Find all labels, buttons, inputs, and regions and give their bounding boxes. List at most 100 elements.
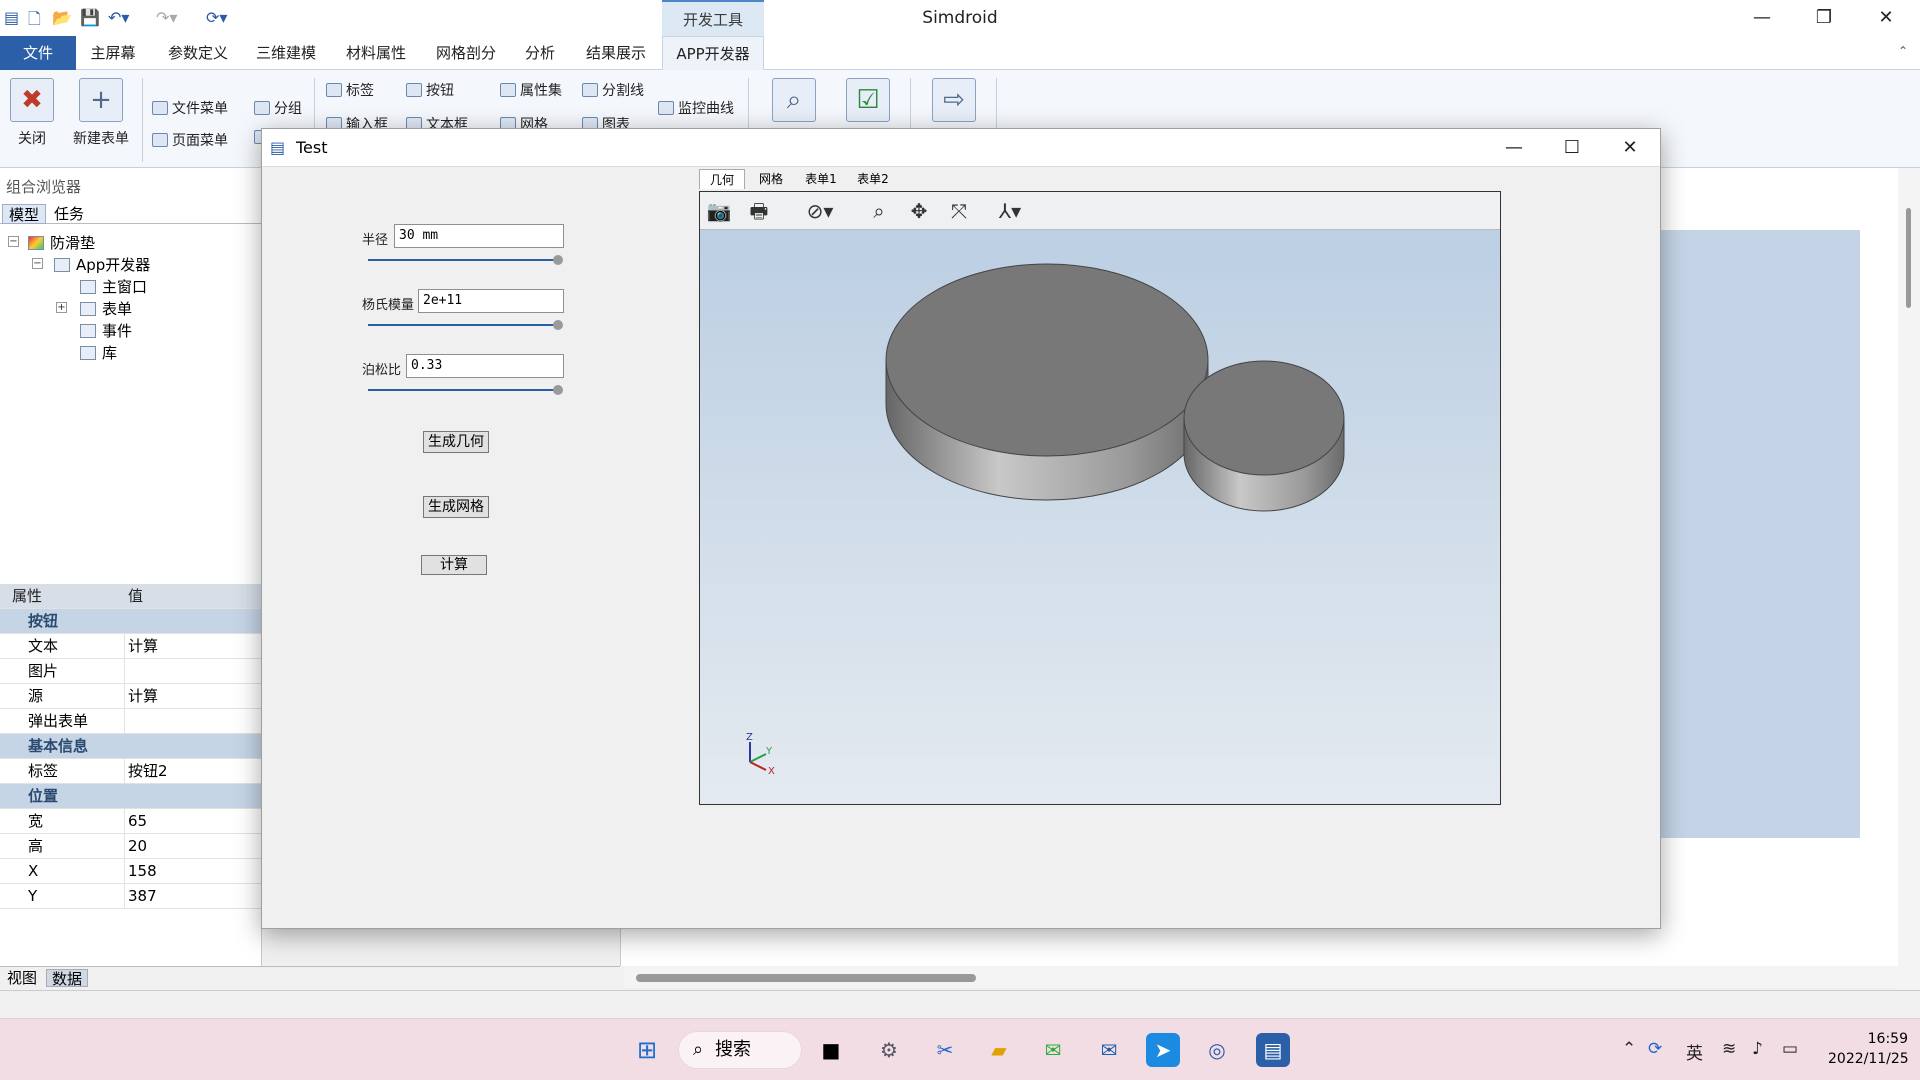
property-value[interactable]: 387 <box>128 884 157 908</box>
tab-3d-modeling[interactable]: 三维建模 <box>246 36 326 70</box>
monitor-curve-button[interactable]: 监控曲线 <box>658 98 734 118</box>
tab-data[interactable]: 数据 <box>46 969 89 988</box>
property-set-button[interactable]: 属性集 <box>500 80 562 100</box>
collapse-ribbon-icon[interactable]: ⌃ <box>1898 44 1908 58</box>
app-icon[interactable]: ◎ <box>1200 1033 1234 1067</box>
snipping-tool-icon[interactable]: ✂ <box>928 1033 962 1067</box>
simdroid-taskbar-icon[interactable]: ▤ <box>1256 1033 1290 1067</box>
property-row[interactable]: 图片 <box>0 659 262 684</box>
close-window-button[interactable]: ✕ <box>1856 0 1916 36</box>
property-row[interactable]: 源 计算 <box>0 684 262 709</box>
property-value[interactable]: 20 <box>128 834 147 858</box>
wechat-icon[interactable]: ✉ <box>1036 1033 1070 1067</box>
property-row[interactable]: 弹出表单 <box>0 709 262 734</box>
pan-icon[interactable]: ✥ <box>904 198 934 224</box>
tab-analysis[interactable]: 分析 <box>516 36 564 70</box>
radius-slider-handle[interactable] <box>553 255 563 265</box>
tab-app-developer[interactable]: APP开发器 <box>662 36 764 70</box>
tab-model[interactable]: 模型 <box>2 204 47 224</box>
property-value[interactable]: 计算 <box>128 634 158 658</box>
page-menu-button[interactable]: 页面菜单 <box>152 130 228 150</box>
poisson-ratio-slider[interactable] <box>368 389 560 391</box>
tree-node-events[interactable]: 事件 <box>80 320 132 341</box>
settings-icon[interactable]: ⚙ <box>872 1033 906 1067</box>
dialog-maximize-button[interactable]: ☐ <box>1542 129 1602 167</box>
export-button[interactable]: ⇨ <box>930 78 978 128</box>
generate-mesh-button[interactable]: 生成网格 <box>423 496 489 518</box>
group-button[interactable]: 分组 <box>254 98 302 118</box>
sync-icon[interactable]: ⟳ <box>1648 1039 1662 1059</box>
tree-node-main-window[interactable]: 主窗口 <box>80 276 147 297</box>
property-row[interactable]: 文本 计算 <box>0 634 262 659</box>
vertical-scroll-thumb[interactable] <box>1906 208 1911 308</box>
poisson-ratio-slider-handle[interactable] <box>553 385 563 395</box>
axis-view-icon[interactable]: ⅄▾ <box>988 198 1032 224</box>
volume-icon[interactable]: ♪ <box>1752 1039 1763 1059</box>
screenshot-icon[interactable]: 📷 <box>704 198 734 224</box>
file-menu-button[interactable]: 文件菜单 <box>152 98 228 118</box>
task-view-icon[interactable]: ■ <box>814 1033 848 1067</box>
vertical-scrollbar[interactable] <box>1898 168 1920 990</box>
view-tab-form1[interactable]: 表单1 <box>798 169 844 189</box>
tab-materials[interactable]: 材料属性 <box>336 36 416 70</box>
feishu-icon[interactable]: ➤ <box>1146 1033 1180 1067</box>
tree-node-forms[interactable]: 表单 <box>80 298 132 319</box>
checklist-button[interactable]: ☑ <box>844 78 892 128</box>
youngs-modulus-input[interactable]: 2e+11 <box>418 289 564 313</box>
tree-node-app[interactable]: App开发器 <box>54 254 150 275</box>
tree-node-library[interactable]: 库 <box>80 342 117 363</box>
close-form-button[interactable]: ✖ 关闭 <box>8 78 56 148</box>
tree-node-root[interactable]: 防滑垫 <box>28 232 95 253</box>
minimize-button[interactable]: — <box>1732 0 1792 36</box>
radius-input[interactable]: 30 mm <box>394 224 564 248</box>
property-row[interactable]: Y 387 <box>0 884 262 909</box>
property-group[interactable]: 按钮 <box>0 609 262 634</box>
property-group[interactable]: 位置 <box>0 784 262 809</box>
new-form-button[interactable]: + 新建表单 <box>68 78 134 148</box>
battery-icon[interactable]: ▭ <box>1782 1039 1798 1059</box>
display-mode-icon[interactable]: ⊘▾ <box>798 198 842 224</box>
poisson-ratio-input[interactable]: 0.33 <box>406 354 564 378</box>
start-icon[interactable]: ⊞ <box>630 1033 664 1067</box>
tab-results[interactable]: 结果展示 <box>576 36 656 70</box>
button-widget-button[interactable]: 按钮 <box>406 80 454 100</box>
tab-meshing[interactable]: 网格剖分 <box>426 36 506 70</box>
divider-widget-button[interactable]: 分割线 <box>582 80 644 100</box>
property-row[interactable]: 宽 65 <box>0 809 262 834</box>
file-explorer-icon[interactable]: ▰ <box>982 1033 1016 1067</box>
tray-overflow-icon[interactable]: ⌃ <box>1622 1039 1636 1059</box>
3d-viewport[interactable]: 📷 🖶 ⊘▾ ⌕ ✥ ⤧ ⅄▾ Z Y X <box>699 191 1501 805</box>
clock[interactable]: 16:59 2022/11/25 <box>1828 1029 1909 1069</box>
view-tab-geometry[interactable]: 几何 <box>699 169 745 189</box>
property-group[interactable]: 基本信息 <box>0 734 262 759</box>
tab-home[interactable]: 主屏幕 <box>82 36 144 70</box>
property-value[interactable]: 按钮2 <box>128 759 168 783</box>
fit-all-icon[interactable]: ⤧ <box>944 198 974 224</box>
view-tab-mesh[interactable]: 网格 <box>748 169 794 189</box>
property-row[interactable]: 高 20 <box>0 834 262 859</box>
view-tab-form2[interactable]: 表单2 <box>850 169 896 189</box>
mail-icon[interactable]: ✉ <box>1092 1033 1126 1067</box>
wifi-icon[interactable]: ≋ <box>1722 1039 1736 1059</box>
zoom-window-icon[interactable]: ⌕ <box>864 198 894 224</box>
tab-view[interactable]: 视图 <box>2 969 42 987</box>
compute-button[interactable]: 计算 <box>421 555 487 575</box>
horizontal-scrollbar[interactable] <box>624 966 1898 988</box>
collapse-toggle[interactable]: − <box>32 258 43 269</box>
tab-params[interactable]: 参数定义 <box>158 36 238 70</box>
property-value[interactable]: 65 <box>128 809 147 833</box>
youngs-modulus-slider-handle[interactable] <box>553 320 563 330</box>
generate-geometry-button[interactable]: 生成几何 <box>423 431 489 453</box>
print-icon[interactable]: 🖶 <box>744 198 774 224</box>
property-value[interactable]: 计算 <box>128 684 158 708</box>
collapse-toggle[interactable]: − <box>8 236 19 247</box>
youngs-modulus-slider[interactable] <box>368 324 560 326</box>
dialog-close-button[interactable]: ✕ <box>1600 129 1660 167</box>
property-row[interactable]: X 158 <box>0 859 262 884</box>
dialog-minimize-button[interactable]: — <box>1484 129 1544 167</box>
restore-button[interactable]: ❐ <box>1794 0 1854 36</box>
property-row[interactable]: 标签 按钮2 <box>0 759 262 784</box>
tab-file[interactable]: 文件 <box>0 36 76 70</box>
expand-toggle[interactable]: + <box>56 302 67 313</box>
tab-task[interactable]: 任务 <box>48 204 90 224</box>
